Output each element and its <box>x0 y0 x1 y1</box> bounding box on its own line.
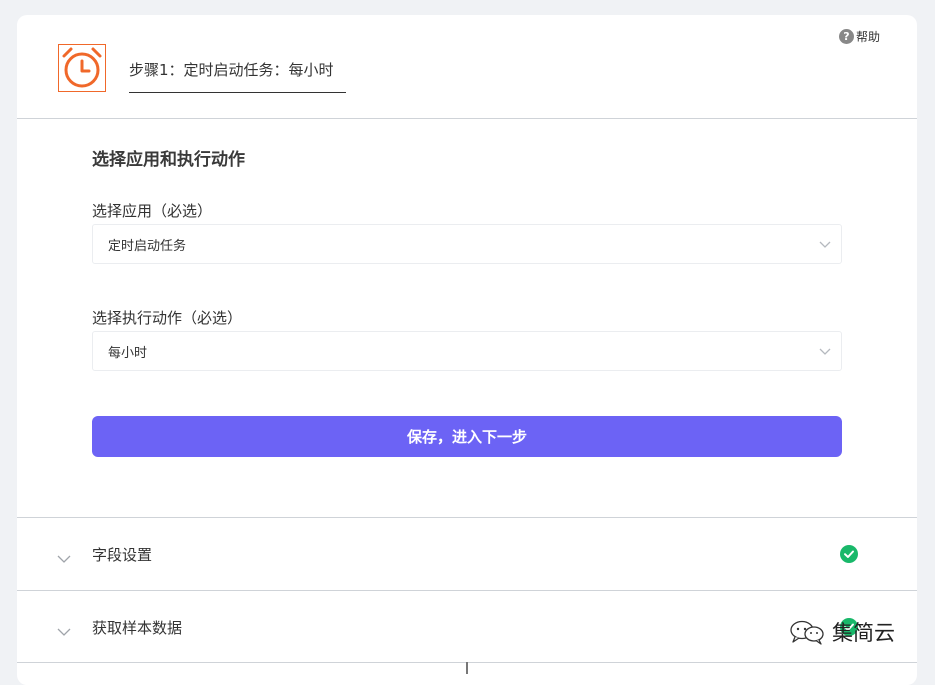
step-title: 步骤1：定时启动任务：每小时 <box>129 59 346 93</box>
chevron-down-icon <box>57 621 71 640</box>
section-label: 字段设置 <box>92 545 153 564</box>
alarm-clock-icon <box>58 44 106 92</box>
wechat-icon <box>788 619 826 645</box>
help-link[interactable]: ? 帮助 <box>838 28 880 45</box>
action-select-value: 每小时 <box>108 345 148 361</box>
check-circle-icon <box>840 545 858 563</box>
watermark-text: 集简云 <box>832 621 895 645</box>
save-next-button[interactable]: 保存，进入下一步 <box>92 416 842 457</box>
help-label: 帮助 <box>855 30 880 44</box>
question-icon: ? <box>838 29 854 44</box>
step-card: ? 帮助 步骤1：定时启动任务：每小时 选择应用和执行动作 选择应用（必选） 定… <box>17 15 917 685</box>
chevron-down-icon <box>819 345 831 360</box>
chevron-down-icon <box>819 238 831 253</box>
section-field-settings[interactable]: 字段设置 <box>17 518 917 590</box>
header-divider <box>17 118 917 119</box>
chevron-down-icon <box>57 548 71 567</box>
section-title: 选择应用和执行动作 <box>92 150 245 170</box>
app-select-value: 定时启动任务 <box>108 238 187 254</box>
section-label: 获取样本数据 <box>92 618 183 637</box>
action-field-label: 选择执行动作（必选） <box>92 309 243 327</box>
app-select[interactable]: 定时启动任务 <box>92 224 842 264</box>
watermark: 集简云 <box>788 617 895 647</box>
section-sample-data[interactable]: 获取样本数据 <box>17 591 917 663</box>
app-field-label: 选择应用（必选） <box>92 202 213 220</box>
scroll-marker <box>466 662 468 674</box>
action-select[interactable]: 每小时 <box>92 331 842 371</box>
